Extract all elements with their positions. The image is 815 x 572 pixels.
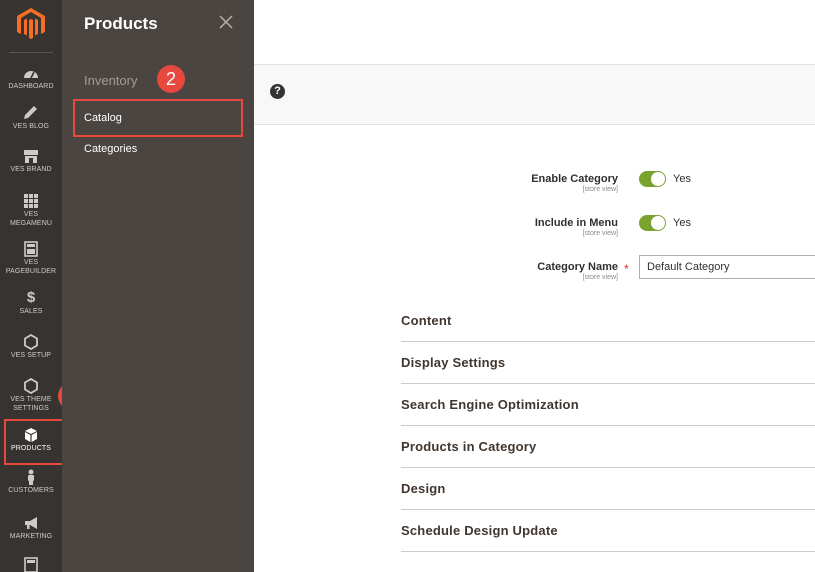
nav-label: CUSTOMERS bbox=[8, 487, 54, 494]
dashboard-icon bbox=[24, 71, 38, 79]
nav-label: SALES bbox=[19, 308, 43, 315]
grid-icon bbox=[24, 194, 38, 208]
logo-divider bbox=[9, 52, 53, 53]
help-icon[interactable]: ? bbox=[270, 84, 285, 99]
nav-item-ves-brand[interactable]: VES BRAND bbox=[0, 148, 62, 174]
panel-title: Products bbox=[84, 14, 158, 33]
include-in-menu-toggle[interactable] bbox=[639, 215, 666, 231]
panel-section-inventory: Inventory bbox=[84, 73, 138, 88]
nav-item-ves-blog[interactable]: VES BLOG bbox=[0, 105, 62, 131]
include-in-menu-label: Include in Menu bbox=[534, 217, 618, 229]
nav-label: VES BRAND bbox=[10, 166, 52, 173]
nav-label: VES THEME SETTINGS bbox=[10, 396, 52, 412]
hexagon-icon bbox=[24, 334, 38, 350]
nav-label: VES SETUP bbox=[10, 352, 52, 359]
layout-icon bbox=[24, 241, 38, 257]
enable-category-label: Enable Category bbox=[531, 173, 618, 185]
section-display-settings[interactable]: Display Settings bbox=[401, 342, 815, 384]
close-icon[interactable] bbox=[219, 15, 233, 29]
enable-category-toggle[interactable] bbox=[639, 171, 666, 187]
magento-logo-icon[interactable] bbox=[17, 8, 45, 40]
category-name-input[interactable] bbox=[639, 255, 815, 279]
nav-item-marketing[interactable]: MARKETING bbox=[0, 515, 62, 541]
pencil-icon bbox=[24, 106, 37, 119]
section-title: Schedule Design Update bbox=[401, 523, 558, 538]
nav-label: VES BLOG bbox=[12, 123, 50, 130]
nav-label: VES PAGEBUILDER bbox=[5, 259, 57, 275]
nav-item-content[interactable] bbox=[0, 557, 62, 572]
include-in-menu-value: Yes bbox=[673, 217, 691, 229]
page-header bbox=[254, 0, 815, 65]
nav-item-customers[interactable]: CUSTOMERS bbox=[0, 469, 62, 495]
enable-category-scope: [store view] bbox=[582, 186, 618, 193]
store-icon bbox=[24, 150, 38, 163]
category-name-label: Category Name bbox=[537, 261, 618, 273]
step-badge-2: 2 bbox=[157, 65, 185, 93]
nav-item-ves-theme-settings[interactable]: VES THEME SETTINGS bbox=[0, 378, 62, 413]
nav-item-ves-pagebuilder[interactable]: VES PAGEBUILDER bbox=[0, 241, 62, 276]
nav-label: VES MEGAMENU bbox=[9, 211, 53, 227]
section-title: Display Settings bbox=[401, 355, 506, 370]
dollar-icon: $ bbox=[26, 289, 36, 306]
nav-item-ves-setup[interactable]: VES SETUP bbox=[0, 334, 62, 360]
include-in-menu-scope: [store view] bbox=[582, 230, 618, 237]
admin-nav: DASHBOARD VES BLOG VES BRAND VES MEGAMEN… bbox=[0, 0, 62, 572]
nav-item-sales[interactable]: $ SALES bbox=[0, 290, 62, 316]
section-schedule-design-update[interactable]: Schedule Design Update bbox=[401, 510, 815, 552]
hexagon-icon bbox=[24, 378, 38, 394]
nav-item-dashboard[interactable]: DASHBOARD bbox=[0, 65, 62, 91]
megaphone-icon bbox=[25, 517, 37, 529]
section-design[interactable]: Design bbox=[401, 468, 815, 510]
section-products-in-category[interactable]: Products in Category bbox=[401, 426, 815, 468]
highlight-catalog bbox=[73, 99, 243, 137]
main-content: ? Enable Category [store view] Yes Inclu… bbox=[254, 0, 815, 572]
required-star: * bbox=[624, 262, 629, 276]
page-actions-bar bbox=[254, 65, 815, 125]
layout-icon bbox=[24, 557, 38, 572]
nav-label: MARKETING bbox=[9, 533, 53, 540]
section-title: Content bbox=[401, 313, 452, 328]
nav-item-ves-megamenu[interactable]: VES MEGAMENU bbox=[0, 193, 62, 228]
enable-category-value: Yes bbox=[673, 173, 691, 185]
category-name-scope: [store view] bbox=[582, 274, 618, 281]
section-title: Design bbox=[401, 481, 446, 496]
section-seo[interactable]: Search Engine Optimization bbox=[401, 384, 815, 426]
person-icon bbox=[28, 469, 34, 485]
panel-link-categories[interactable]: Categories bbox=[84, 143, 137, 155]
section-title: Search Engine Optimization bbox=[401, 397, 579, 412]
nav-label: DASHBOARD bbox=[8, 83, 54, 90]
section-title: Products in Category bbox=[401, 439, 537, 454]
section-content[interactable]: Content bbox=[401, 300, 815, 342]
